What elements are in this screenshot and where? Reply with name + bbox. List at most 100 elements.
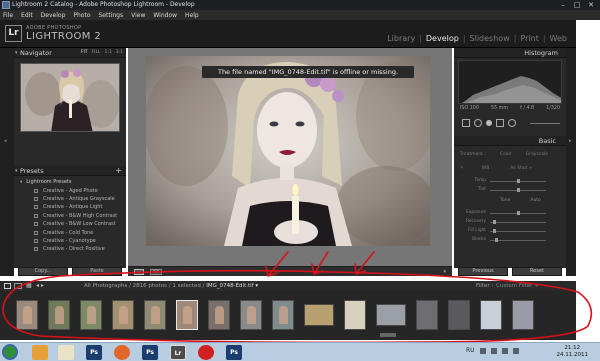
module-develop[interactable]: Develop <box>425 34 460 43</box>
menu-window[interactable]: Window <box>153 12 177 19</box>
main-window-icon[interactable] <box>4 283 11 289</box>
module-library[interactable]: Library <box>386 34 416 43</box>
filmstrip-thumbnail[interactable] <box>416 300 438 330</box>
filmstrip-thumbnail[interactable] <box>272 300 294 330</box>
zoom-3-1[interactable]: 3:1 <box>116 50 123 55</box>
loupe-view-icon[interactable] <box>134 269 144 275</box>
system-clock[interactable]: 21:12 24.11.2011 <box>557 345 589 359</box>
slider-row[interactable]: Exposure <box>460 210 560 216</box>
reset-button[interactable]: Reset <box>512 267 562 276</box>
preset-item[interactable]: Creative - B&W High Contrast <box>14 212 126 220</box>
collapse-right-icon[interactable]: ▸ <box>569 138 572 144</box>
zoom-fill[interactable]: FILL <box>92 50 101 55</box>
preset-folder[interactable]: ▾ Lightroom Presets <box>14 178 126 186</box>
crop-icon[interactable] <box>462 119 470 127</box>
paste-button[interactable]: Paste <box>72 267 122 276</box>
main-photo[interactable]: The file named "IMG_0748-Edit.tif" is of… <box>146 56 430 246</box>
zoom-fit[interactable]: FIT <box>81 50 88 55</box>
close-icon[interactable]: ✕ <box>586 1 596 9</box>
previous-button[interactable]: Previous <box>458 267 508 276</box>
module-print[interactable]: Print <box>519 34 539 43</box>
nav-arrows-icon[interactable]: ◂ ▸ <box>36 282 44 289</box>
tone-auto[interactable]: Auto <box>530 198 540 203</box>
slider-track[interactable] <box>490 240 546 241</box>
slider-knob[interactable] <box>495 238 499 242</box>
menu-file[interactable]: File <box>3 12 13 19</box>
taskbar-app-lr[interactable]: Lr <box>170 345 186 360</box>
folder-icon[interactable] <box>58 345 74 360</box>
taskbar-app-ps-2[interactable]: Ps <box>142 345 158 360</box>
wb-select[interactable]: As Shot ÷ <box>510 166 532 171</box>
tool-slider[interactable] <box>530 123 560 124</box>
filter-select[interactable]: Custom Filter ÷ <box>496 283 539 289</box>
preset-item[interactable]: Creative - Cyanotype <box>14 237 126 245</box>
preset-item[interactable]: Creative - Aged Photo <box>14 186 126 194</box>
taskbar-app-ps[interactable]: Ps <box>86 345 102 360</box>
treatment-color[interactable]: Color <box>500 152 512 157</box>
eyedropper-icon[interactable]: ✎ <box>460 166 464 171</box>
slider-row[interactable]: Tint <box>460 187 560 193</box>
basic-header[interactable]: Basic <box>454 136 566 146</box>
slider-row[interactable]: Recovery <box>460 219 560 225</box>
adjustment-brush-icon[interactable] <box>508 119 516 127</box>
filmstrip-thumbnail[interactable] <box>144 300 166 330</box>
grid-icon[interactable]: ▦ <box>26 282 32 289</box>
filmstrip-thumbnail[interactable] <box>240 300 262 330</box>
spot-removal-icon[interactable] <box>474 119 482 127</box>
preset-item[interactable]: Creative - B&W Low Contrast <box>14 220 126 228</box>
filmstrip-thumbnail[interactable] <box>344 300 366 330</box>
module-web[interactable]: Web <box>549 34 568 43</box>
slider-row[interactable]: Temp <box>460 178 560 184</box>
slider-row[interactable]: Fill Light <box>460 228 560 234</box>
volume-icon[interactable] <box>512 347 519 354</box>
menu-help[interactable]: Help <box>185 12 199 19</box>
filmstrip-thumbnail[interactable] <box>376 304 406 326</box>
firefox-icon[interactable] <box>114 345 130 360</box>
slider-knob[interactable] <box>492 220 496 224</box>
filmstrip-thumbnail[interactable] <box>48 300 70 330</box>
collapse-left-icon[interactable]: ◂ <box>4 138 7 144</box>
copy-button[interactable]: Copy... <box>18 267 68 276</box>
slider-knob[interactable] <box>492 229 496 233</box>
navigator-preview[interactable] <box>20 63 120 132</box>
menu-develop[interactable]: Develop <box>41 12 66 19</box>
left-panel-edge[interactable]: ◂ <box>0 48 14 276</box>
filmstrip-thumbnail[interactable] <box>80 300 102 330</box>
tray-icon[interactable] <box>490 347 497 354</box>
right-panel-edge[interactable]: ▸ <box>566 48 576 276</box>
slider-track[interactable] <box>490 231 546 232</box>
preset-item[interactable]: Creative - Antique Light <box>14 203 126 211</box>
slider-knob[interactable] <box>516 188 520 192</box>
slider-knob[interactable] <box>516 211 520 215</box>
slider-track[interactable] <box>490 222 546 223</box>
zoom-1-1[interactable]: 1:1 <box>105 50 112 55</box>
filmstrip-thumbnail[interactable] <box>512 300 534 330</box>
menu-settings[interactable]: Settings <box>99 12 124 19</box>
menu-edit[interactable]: Edit <box>21 12 33 19</box>
red-eye-icon[interactable] <box>486 120 492 126</box>
filmstrip-scrollbar[interactable] <box>380 333 396 337</box>
opera-icon[interactable] <box>198 345 214 360</box>
minimize-icon[interactable]: – <box>558 1 568 9</box>
network-icon[interactable] <box>501 347 508 354</box>
slider-row[interactable]: Blacks <box>460 237 560 243</box>
filmstrip-breadcrumb[interactable]: All Photographs / 2816 photos / 1 select… <box>84 283 258 289</box>
preset-item[interactable]: Creative - Antique Grayscale <box>14 195 126 203</box>
menu-photo[interactable]: Photo <box>73 12 90 19</box>
graduated-filter-icon[interactable] <box>496 119 504 127</box>
language-indicator[interactable]: RU <box>466 347 475 354</box>
presets-header[interactable]: ▾ Presets + <box>14 166 126 176</box>
filmstrip-thumbnail[interactable] <box>304 304 334 326</box>
toolbar-menu-icon[interactable]: ▾ <box>443 269 446 275</box>
menu-view[interactable]: View <box>131 12 145 19</box>
histogram-header[interactable]: Histogram <box>454 48 566 58</box>
slider-knob[interactable] <box>516 179 520 183</box>
taskbar-app-ps-3[interactable]: Ps <box>226 345 242 360</box>
filmstrip-thumbnail[interactable] <box>112 300 134 330</box>
before-after-icon[interactable]: Y|Y <box>150 269 162 275</box>
tray-icon[interactable] <box>479 347 486 354</box>
add-preset-icon[interactable]: + <box>115 166 122 175</box>
filmstrip-thumbnail[interactable] <box>208 300 230 330</box>
filmstrip-thumbnail[interactable] <box>448 300 470 330</box>
treatment-grayscale[interactable]: Grayscale <box>526 152 548 157</box>
